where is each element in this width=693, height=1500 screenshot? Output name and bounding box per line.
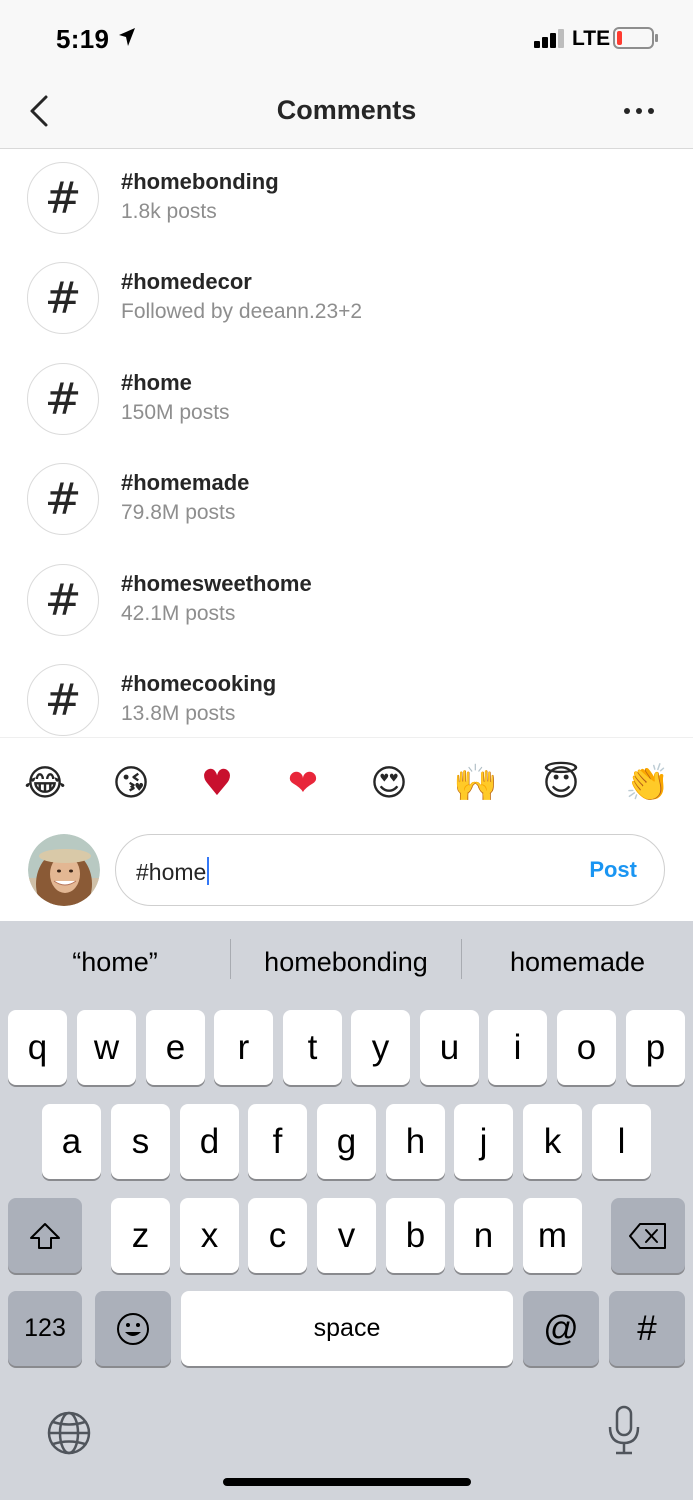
hashtag-icon: # (27, 262, 99, 334)
key[interactable]: w (77, 1010, 136, 1085)
key[interactable]: r (214, 1010, 273, 1085)
hashtag-icon: # (27, 564, 99, 636)
key[interactable]: y (351, 1010, 410, 1085)
key[interactable]: h (386, 1104, 445, 1179)
hashtag-name: #homesweethome (121, 571, 312, 596)
emoji-red-heart-button[interactable]: ❤ (281, 762, 325, 806)
key[interactable]: o (557, 1010, 616, 1085)
key[interactable]: q (8, 1010, 67, 1085)
comment-input-value: #home (136, 859, 207, 885)
globe-icon[interactable] (46, 1410, 92, 1456)
key[interactable]: k (523, 1104, 582, 1179)
key[interactable]: l (592, 1104, 651, 1179)
text-caret (207, 857, 210, 885)
suggestion-middle[interactable]: homebonding (231, 947, 461, 978)
emoji-quick-bar: 😂 😘 ♥ ❤ 😍 🙌 😇 👏 (0, 737, 693, 828)
key[interactable]: e (146, 1010, 205, 1085)
key[interactable]: j (454, 1104, 513, 1179)
more-icon[interactable] (622, 101, 656, 121)
signal-icon (534, 29, 564, 48)
key[interactable]: p (626, 1010, 685, 1085)
key[interactable]: m (523, 1198, 582, 1273)
at-key[interactable]: @ (523, 1291, 599, 1366)
microphone-icon[interactable] (606, 1405, 642, 1457)
hashtag-name: #home (121, 370, 192, 395)
home-indicator (223, 1478, 471, 1486)
hashtag-detail: 13.8M posts (121, 702, 236, 725)
hashtag-detail: 150M posts (121, 401, 230, 424)
emoji-icon (117, 1312, 149, 1345)
shift-icon (30, 1222, 60, 1249)
emoji-halo-button[interactable]: 😇 (539, 762, 583, 806)
hashtag-row[interactable]: # #homedecor Followed by deeann.23+2 (0, 249, 693, 349)
emoji-joy-button[interactable]: 😂 (23, 762, 67, 806)
suggestion-right[interactable]: homemade (462, 947, 693, 978)
hashtag-row[interactable]: # #homecooking 13.8M posts (0, 651, 693, 737)
key[interactable]: i (488, 1010, 547, 1085)
key[interactable]: s (111, 1104, 170, 1179)
keyboard: “home” homebonding homemade q w e r t y … (0, 921, 693, 1500)
hashtag-icon: # (27, 162, 99, 234)
hashtag-detail: 42.1M posts (121, 602, 236, 625)
numbers-key[interactable]: 123 (8, 1291, 82, 1366)
hashtag-name: #homecooking (121, 671, 277, 696)
hashtag-suggestion-list: # #homebonding 1.8k posts # #homedecor F… (0, 149, 693, 737)
key[interactable]: n (454, 1198, 513, 1273)
hashtag-detail: Followed by deeann.23+2 (121, 300, 363, 323)
suggestion-quoted[interactable]: “home” (0, 947, 230, 978)
key[interactable]: d (180, 1104, 239, 1179)
hashtag-name: #homedecor (121, 269, 252, 294)
hashtag-row[interactable]: # #home 150M posts (0, 350, 693, 450)
emoji-heart-eyes-button[interactable]: 😍 (367, 762, 411, 806)
shift-key[interactable] (8, 1198, 82, 1273)
post-button[interactable]: Post (589, 857, 637, 883)
emoji-key[interactable] (95, 1291, 171, 1366)
key[interactable]: z (111, 1198, 170, 1273)
avatar (28, 834, 100, 906)
battery-icon (613, 27, 658, 49)
hashtag-row[interactable]: # #homesweethome 42.1M posts (0, 551, 693, 651)
key[interactable]: c (248, 1198, 307, 1273)
key[interactable]: g (317, 1104, 376, 1179)
navigation-bar: Comments (0, 75, 693, 149)
hashtag-name: #homebonding (121, 169, 279, 194)
location-arrow-icon (119, 28, 135, 46)
emoji-kiss-button[interactable]: 😘 (109, 762, 153, 806)
hash-key[interactable]: # (609, 1291, 685, 1366)
hashtag-icon: # (27, 664, 99, 736)
key[interactable]: t (283, 1010, 342, 1085)
hashtag-icon: # (27, 463, 99, 535)
hashtag-icon: # (27, 363, 99, 435)
hashtag-row[interactable]: # #homemade 79.8M posts (0, 450, 693, 550)
key[interactable]: x (180, 1198, 239, 1273)
space-key[interactable]: space (181, 1291, 513, 1366)
emoji-raised-hands-button[interactable]: 🙌 (453, 762, 498, 806)
delete-key[interactable] (611, 1198, 685, 1273)
key[interactable]: f (248, 1104, 307, 1179)
hashtag-detail: 1.8k posts (121, 200, 217, 223)
delete-icon (629, 1222, 666, 1249)
network-label: LTE (572, 27, 611, 50)
key[interactable]: a (42, 1104, 101, 1179)
emoji-clap-button[interactable]: 👏 (625, 762, 670, 806)
hashtag-row[interactable]: # #homebonding 1.8k posts (0, 149, 693, 249)
comment-input[interactable]: #home Post (115, 834, 665, 906)
hashtag-name: #homemade (121, 470, 250, 495)
status-bar: 5:19 LTE (0, 0, 693, 75)
page-title: Comments (276, 95, 417, 125)
emoji-heart-suit-button[interactable]: ♥ (195, 762, 239, 806)
status-time: 5:19 (56, 24, 110, 54)
key[interactable]: u (420, 1010, 479, 1085)
hashtag-detail: 79.8M posts (121, 501, 236, 524)
key[interactable]: v (317, 1198, 376, 1273)
key[interactable]: b (386, 1198, 445, 1273)
